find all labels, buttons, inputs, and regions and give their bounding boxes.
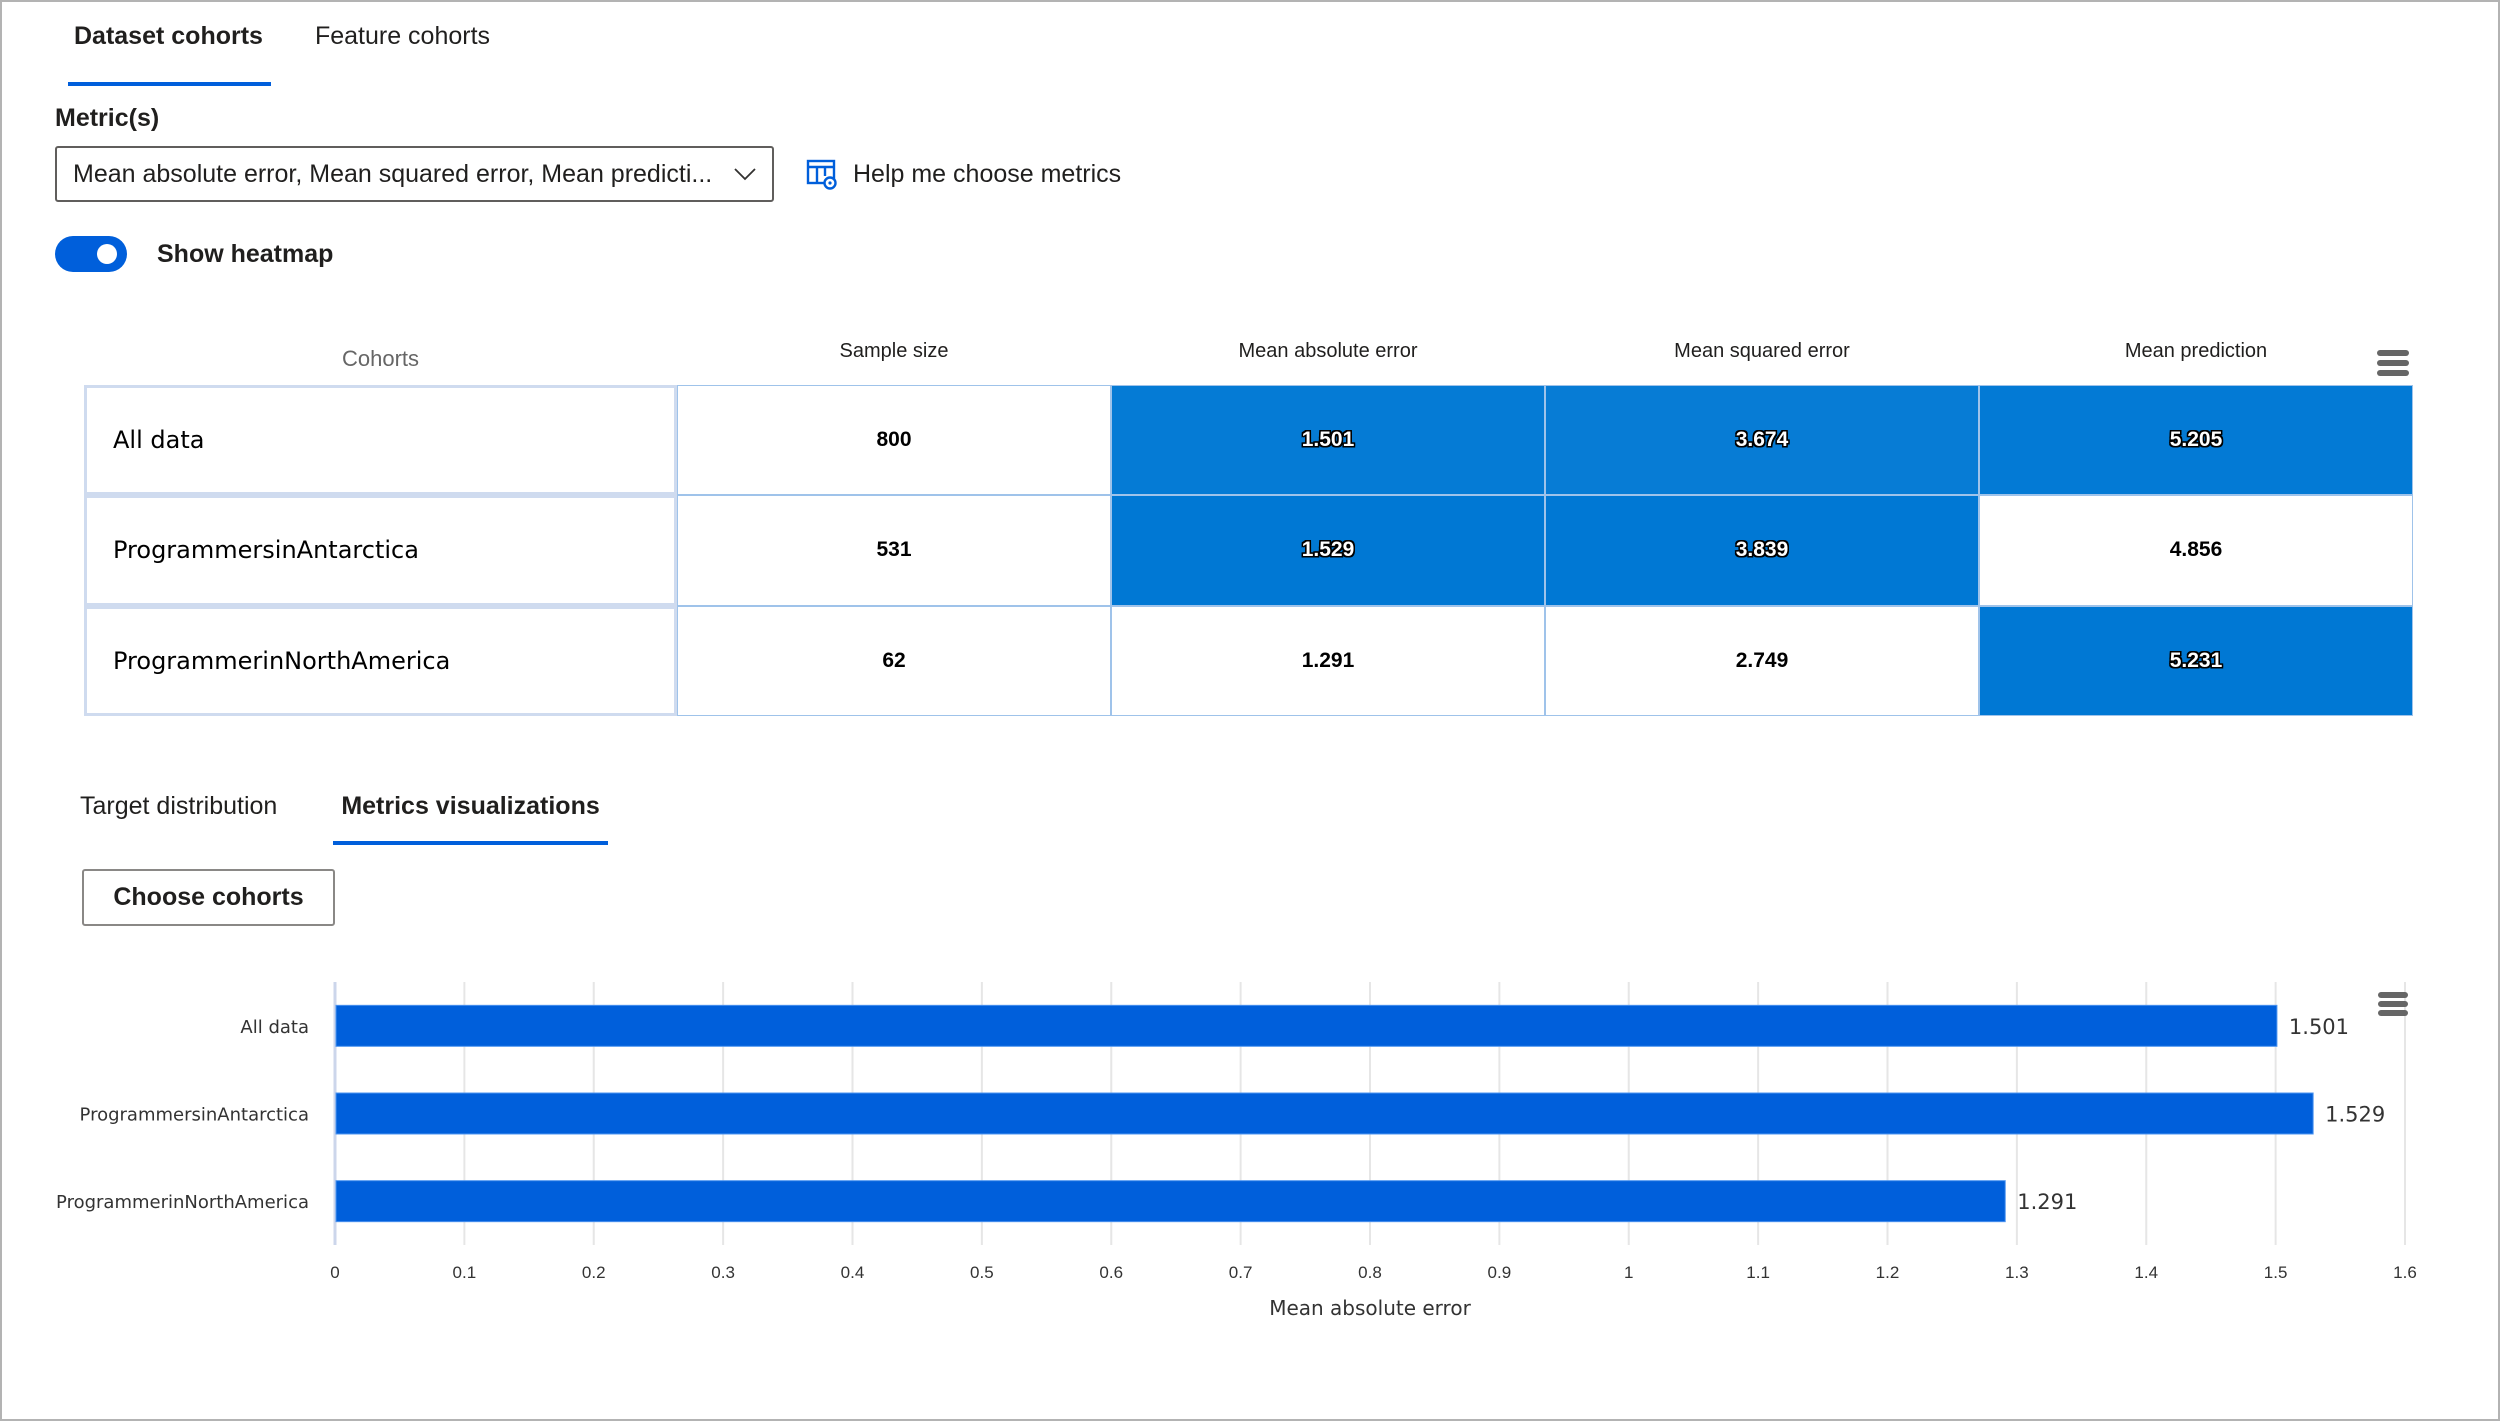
x-tick-label: 1.2 [1876, 1263, 1900, 1282]
bar-data-label: 1.291 [2017, 1190, 2077, 1214]
visualization-tabs: Target distribution Metrics visualizatio… [76, 784, 660, 845]
column-header-sample-size: Sample size [839, 340, 949, 362]
table-settings-icon [806, 158, 838, 190]
y-category-label: ProgrammerinNorthAmerica [56, 1192, 309, 1213]
show-heatmap-toggle[interactable] [55, 236, 127, 272]
heatmap-toggle-row: Show heatmap [55, 236, 333, 272]
cohort-name-cell: All data [84, 385, 677, 496]
x-tick-label: 0.8 [1358, 1263, 1382, 1282]
heatmap-cell-mse: 2.749 [1545, 605, 1979, 716]
chevron-down-icon [726, 155, 764, 193]
help-link-label: Help me choose metrics [853, 159, 1122, 188]
x-tick-label: 0.2 [582, 1263, 606, 1282]
column-header-cohorts: Cohorts [341, 346, 420, 371]
x-tick-label: 0.6 [1099, 1263, 1123, 1282]
x-tick-label: 1.3 [2005, 1263, 2029, 1282]
bar [335, 1092, 2314, 1135]
heatmap-cell-sample-size: 531 [677, 495, 1111, 606]
help-choose-metrics-link[interactable]: Help me choose metrics [806, 154, 1121, 194]
cohort-tabs: Dataset cohorts Feature cohorts [68, 14, 538, 86]
y-category-label: ProgrammersinAntarctica [80, 1105, 309, 1126]
x-tick-label: 1.6 [2393, 1263, 2417, 1282]
x-tick-label: 1.5 [2264, 1263, 2288, 1282]
x-tick-label: 1 [1624, 1263, 1633, 1282]
heatmap-cell-mean-prediction: 5.231 [1979, 605, 2413, 716]
bar [335, 1004, 2278, 1047]
heatmap-cell-sample-size: 800 [677, 385, 1111, 496]
x-tick-label: 0.4 [841, 1263, 865, 1282]
choose-cohorts-button[interactable]: Choose cohorts [82, 869, 335, 926]
x-axis-title: Mean absolute error [1269, 1296, 1471, 1320]
metrics-label: Metric(s) [55, 104, 160, 132]
chart-menu-icon[interactable] [2378, 992, 2408, 1016]
cohort-name-cell: ProgrammersinAntarctica [84, 495, 677, 606]
heatmap-cell-sample-size: 62 [677, 605, 1111, 716]
metrics-dropdown[interactable]: Mean absolute error, Mean squared error,… [55, 146, 774, 202]
heatmap-cell-mae: 1.529 [1111, 495, 1545, 606]
bar [335, 1180, 2006, 1223]
heatmap-table: All data 800 1.501 3.674 5.205 ProgrammersinA… [84, 385, 2413, 716]
column-header-mae: Mean absolute error [1238, 340, 1418, 362]
heatmap-cell-mean-prediction: 4.856 [1979, 495, 2413, 606]
x-tick-label: 0.1 [453, 1263, 477, 1282]
x-tick-label: 0.9 [1488, 1263, 1512, 1282]
x-tick-label: 1.4 [2134, 1263, 2158, 1282]
heatmap-cell-mae: 1.291 [1111, 605, 1545, 716]
bar-data-label: 1.501 [2289, 1015, 2349, 1039]
show-heatmap-label: Show heatmap [157, 239, 334, 268]
metrics-bar-chart: 0 0.1 0.2 0.3 0.4 0.5 0.6 0.7 0.8 0.9 1 1.1 1.2 1.3 1.… [56, 982, 2417, 1320]
heatmap-cell-mse: 3.674 [1545, 385, 1979, 496]
heatmap-cell-mean-prediction: 5.205 [1979, 385, 2413, 496]
y-category-label: All data [240, 1017, 309, 1038]
x-tick-label: 0.3 [711, 1263, 735, 1282]
heatmap-menu-icon[interactable] [2377, 350, 2409, 376]
column-header-mse: Mean squared error [1674, 340, 1850, 362]
heatmap-cell-mse: 3.839 [1545, 495, 1979, 606]
tab-feature-cohorts[interactable]: Feature cohorts [311, 14, 494, 74]
bar-data-label: 1.529 [2325, 1103, 2385, 1127]
heatmap-cell-mae: 1.501 [1111, 385, 1545, 496]
tab-target-distribution[interactable]: Target distribution [76, 784, 281, 829]
metrics-dropdown-value: Mean absolute error, Mean squared error,… [73, 159, 713, 188]
column-header-mean-prediction: Mean prediction [2124, 340, 2268, 362]
x-tick-label: 0.7 [1229, 1263, 1253, 1282]
tab-metrics-visualizations[interactable]: Metrics visualizations [333, 784, 609, 845]
x-tick-label: 0 [330, 1263, 339, 1282]
tab-dataset-cohorts[interactable]: Dataset cohorts [68, 14, 271, 86]
x-tick-label: 0.5 [970, 1263, 994, 1282]
x-tick-label: 1.1 [1746, 1263, 1770, 1282]
cohort-name-cell: ProgrammerinNorthAmerica [84, 605, 677, 716]
toggle-knob [97, 244, 117, 264]
